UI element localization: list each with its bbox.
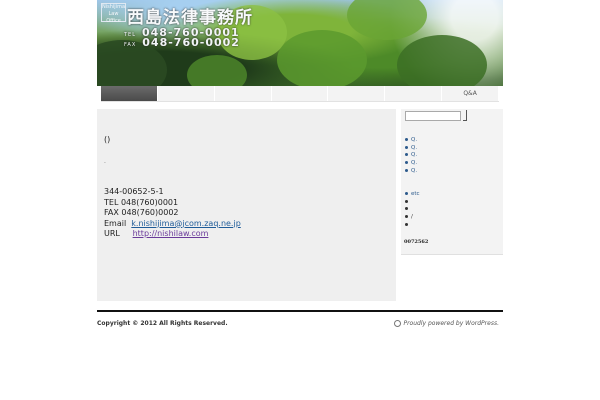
list-item[interactable]: / — [405, 214, 420, 222]
list-item[interactable]: Q. — [405, 160, 417, 168]
nav-item-2[interactable] — [158, 86, 215, 101]
main-content: () . 344-00652-5-1 TEL 048(760)0001 FAX … — [97, 109, 396, 301]
list-item[interactable]: Q. — [405, 152, 417, 160]
content-email-row: Email k.nishijima@jcom.zaq.ne.jp — [104, 219, 241, 230]
nav-item-qa[interactable]: Q&A — [442, 86, 500, 101]
list-item[interactable] — [405, 199, 420, 207]
bullet-icon — [405, 161, 408, 165]
list-item[interactable]: etc — [405, 191, 420, 199]
qa-list: Q. Q. Q. Q. Q. — [405, 137, 417, 175]
footer-divider — [97, 310, 503, 312]
content-fax: FAX 048(760)0002 — [104, 208, 179, 217]
bullet-icon — [405, 168, 408, 172]
nav-item-home[interactable] — [101, 86, 158, 101]
content-address: 344-00652-5-1 — [104, 187, 164, 196]
email-link[interactable]: k.nishijima@jcom.zaq.ne.jp — [131, 219, 240, 228]
nav-item-6[interactable] — [385, 86, 443, 101]
bullet-icon — [405, 222, 408, 226]
content-parens: () — [104, 135, 111, 144]
header-fax: FAX 048-760-0002 — [124, 36, 240, 49]
list-item[interactable] — [405, 222, 420, 230]
nav-item-5[interactable] — [328, 86, 386, 101]
list-item[interactable]: Q. — [405, 168, 417, 176]
nav-item-4[interactable] — [272, 86, 329, 101]
powered-by[interactable]: Proudly powered by WordPress. — [394, 320, 499, 327]
content-url-row: URL http://nishilaw.com — [104, 229, 208, 240]
list-item[interactable]: Q. — [405, 137, 417, 145]
main-navigation: Q&A — [101, 86, 500, 102]
search-input[interactable] — [405, 111, 461, 121]
header-fax-label: FAX — [124, 42, 137, 48]
url-link[interactable]: http://nishilaw.com — [133, 229, 209, 238]
bullet-icon — [405, 153, 408, 157]
bullet-icon — [405, 138, 408, 141]
nav-item-3[interactable] — [215, 86, 272, 101]
sidebar: Q. Q. Q. Q. Q. etc / 0072562 — [401, 109, 503, 255]
content-tel: TEL 048(760)0001 — [104, 197, 179, 207]
url-label: URL — [104, 229, 120, 238]
site-title[interactable]: 西島法律事務所 — [127, 3, 253, 28]
header-banner: Nishijima Law Office 西島法律事務所 TEL 048-760-… — [97, 0, 503, 86]
search-button[interactable] — [463, 110, 467, 121]
list-item[interactable] — [405, 206, 420, 214]
content-dot: . — [104, 158, 106, 165]
logo: Nishijima Law Office — [101, 3, 126, 24]
email-label: Email — [104, 218, 127, 228]
visitor-counter: 0072562 — [404, 239, 429, 245]
misc-list: etc / — [405, 191, 420, 229]
bullet-icon — [405, 192, 408, 195]
copyright-text: Copyright © 2012 All Rights Reserved. — [97, 320, 228, 327]
list-item[interactable]: Q. — [405, 145, 417, 153]
powered-by-label[interactable]: Proudly powered by WordPress. — [403, 320, 499, 327]
header-fax-number: 048-760-0002 — [142, 36, 240, 49]
bullet-icon — [405, 199, 408, 203]
bullet-icon — [405, 215, 408, 219]
page-wrapper: Nishijima Law Office 西島法律事務所 TEL 048-760-… — [97, 0, 503, 327]
bullet-icon — [405, 207, 408, 211]
wordpress-icon — [394, 320, 402, 327]
bullet-icon — [405, 145, 408, 149]
